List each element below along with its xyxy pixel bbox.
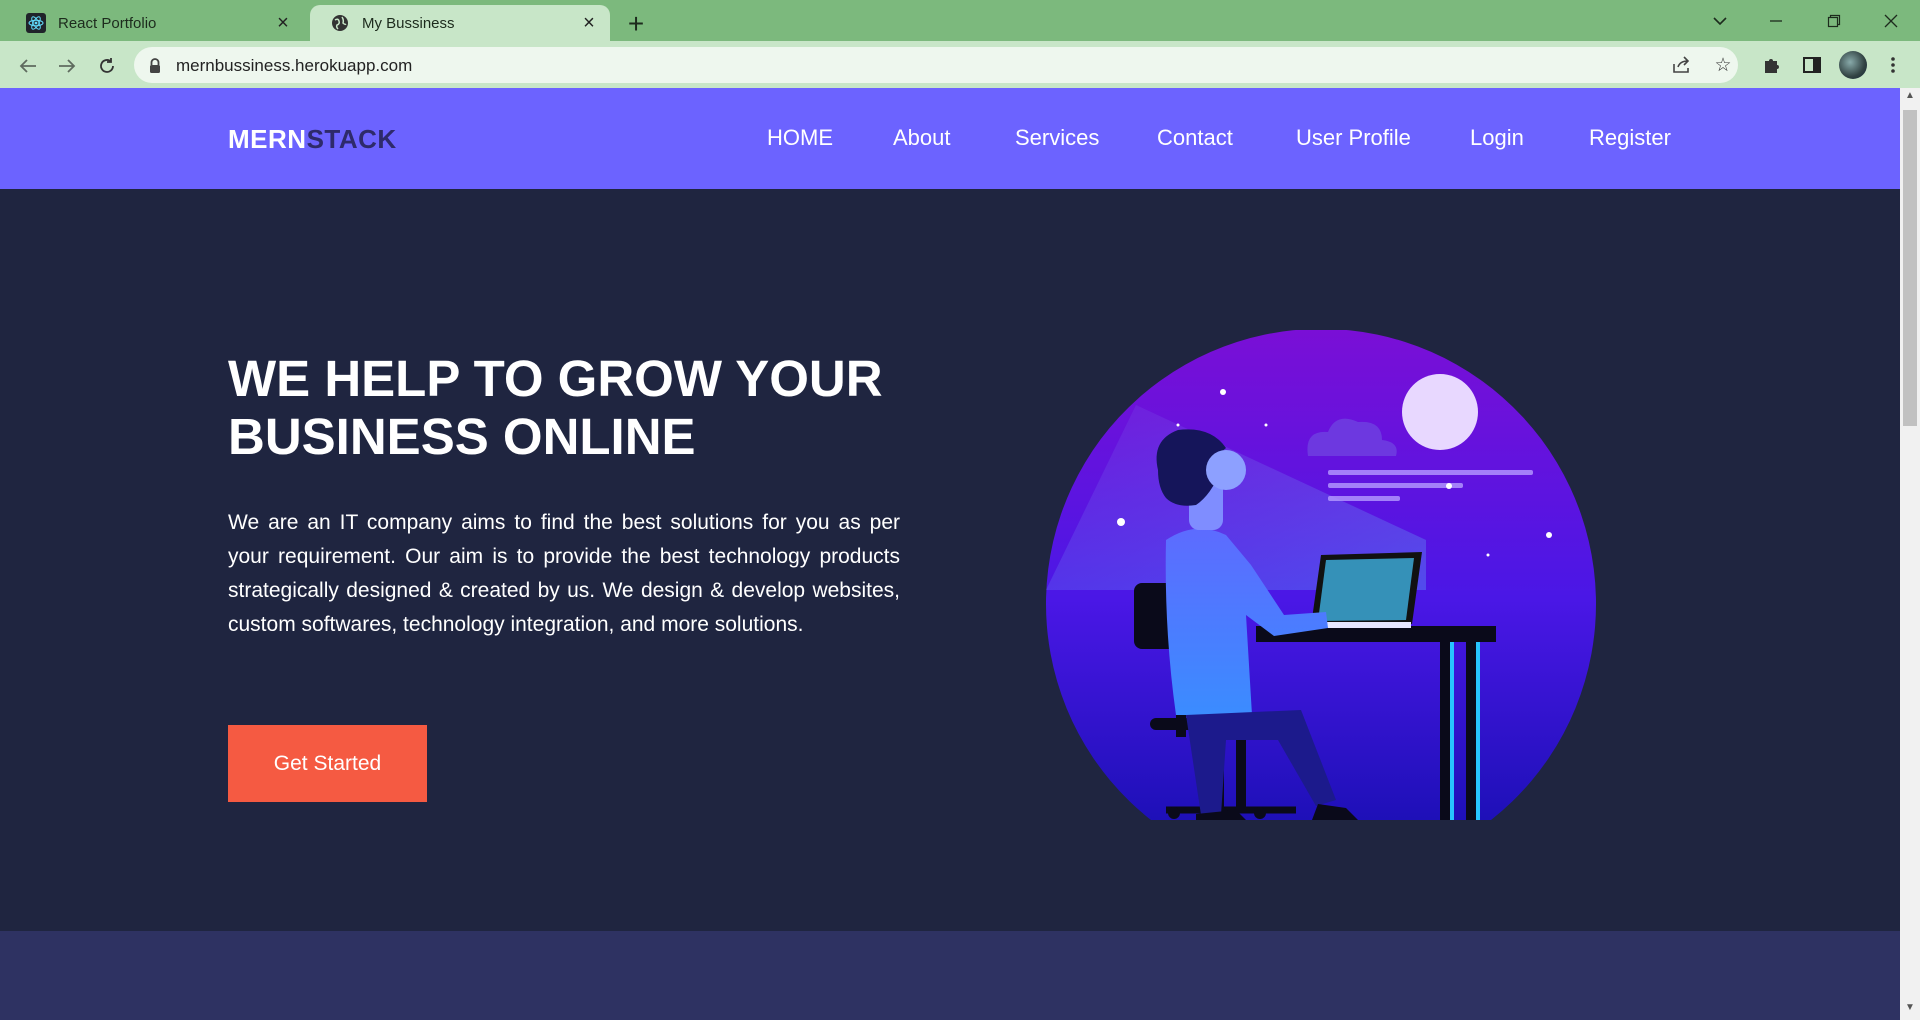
nav-register[interactable]: Register [1589, 125, 1671, 151]
react-icon [26, 13, 46, 33]
logo-stack: STACK [306, 124, 397, 154]
nav-services[interactable]: Services [1015, 125, 1099, 151]
nav-about[interactable]: About [893, 125, 951, 151]
restore-button[interactable] [1814, 6, 1854, 36]
side-panel-icon[interactable] [1797, 50, 1827, 80]
hero-title-line1: WE HELP TO GROW YOUR [228, 350, 883, 407]
close-tab-icon[interactable]: × [578, 12, 600, 34]
url-text[interactable]: mernbussiness.herokuapp.com [176, 56, 412, 76]
close-window-button[interactable] [1871, 6, 1911, 36]
scrollbar-thumb[interactable] [1903, 110, 1917, 426]
next-section [0, 931, 1900, 1020]
globe-icon [330, 13, 350, 33]
tab-my-bussiness[interactable]: My Bussiness × [310, 5, 610, 41]
new-tab-button[interactable]: + [620, 8, 652, 40]
reload-icon[interactable] [91, 50, 123, 82]
hero-illustration [1046, 330, 1596, 820]
back-arrow-icon[interactable] [12, 50, 44, 82]
scroll-down-arrow-icon[interactable]: ▼ [1900, 1002, 1920, 1016]
close-tab-icon[interactable]: × [272, 12, 294, 34]
hero-title: WE HELP TO GROW YOUR BUSINESS ONLINE [228, 350, 948, 466]
lock-icon[interactable] [148, 57, 162, 75]
nav-home[interactable]: HOME [767, 125, 833, 151]
hero-description: We are an IT company aims to find the be… [228, 511, 900, 636]
logo-mern: MERN [228, 124, 307, 154]
tab-title: My Bussiness [362, 14, 455, 32]
get-started-button[interactable]: Get Started [228, 725, 427, 802]
nav-user-profile[interactable]: User Profile [1296, 125, 1411, 151]
hero-title-line2: BUSINESS ONLINE [228, 408, 696, 465]
minimize-button[interactable] [1756, 6, 1796, 36]
profile-avatar[interactable] [1839, 51, 1867, 79]
tab-title: React Portfolio [58, 14, 157, 32]
share-icon[interactable] [1667, 50, 1697, 80]
tab-react-portfolio[interactable]: React Portfolio × [6, 5, 304, 41]
extensions-puzzle-icon[interactable] [1757, 50, 1787, 80]
nav-contact[interactable]: Contact [1157, 125, 1233, 151]
scroll-up-arrow-icon[interactable]: ▲ [1900, 90, 1920, 104]
bookmark-star-icon[interactable]: ☆ [1708, 50, 1738, 80]
forward-arrow-icon[interactable] [51, 50, 83, 82]
tab-search-chevron-icon[interactable] [1700, 6, 1740, 36]
menu-kebab-icon[interactable] [1878, 50, 1908, 80]
nav-login[interactable]: Login [1470, 125, 1524, 151]
site-logo[interactable]: MERNSTACK [228, 124, 397, 155]
